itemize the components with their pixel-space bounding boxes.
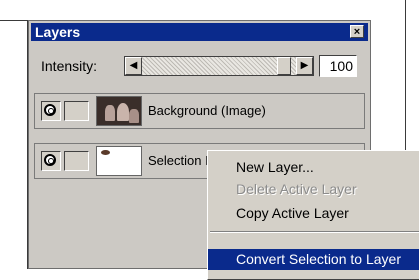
eye-icon [44,104,56,116]
intensity-slider[interactable]: ◀ ▶ [124,56,314,76]
close-button[interactable]: × [350,25,364,38]
arrow-left-icon: ◀ [129,60,138,71]
menu-item-convert-selection[interactable]: Convert Selection to Layer [208,249,419,270]
frame-line-top [0,20,28,21]
layer-link-toggle[interactable] [64,151,89,171]
layer-name: Selection I [148,153,209,168]
layer-row-background[interactable]: Background (Image) [34,93,365,129]
menu-item-copy-active-layer[interactable]: Copy Active Layer [208,203,419,224]
menu-item-delete-active-layer[interactable]: Delete Active Layer [208,179,419,200]
menu-item-new-layer[interactable]: New Layer... [208,157,419,178]
frame-line-right [405,0,406,150]
close-icon: × [353,26,361,38]
visibility-toggle[interactable] [41,101,61,121]
menu-separator [210,231,419,233]
arrow-right-icon: ▶ [300,60,309,71]
layer-thumbnail-rocks [96,96,142,126]
layer-context-menu: New Layer... Delete Active Layer Copy Ac… [207,150,419,280]
layer-link-toggle[interactable] [64,101,89,121]
eye-icon [44,154,56,166]
slider-right-button[interactable]: ▶ [296,57,313,75]
visibility-toggle[interactable] [41,151,61,171]
panel-title: Layers [35,24,81,40]
intensity-label: Intensity: [41,58,98,74]
slider-left-button[interactable]: ◀ [125,57,142,75]
layer-thumbnail-selection [96,146,142,176]
panel-titlebar[interactable]: Layers × [31,23,368,41]
layer-name: Background (Image) [148,103,266,118]
intensity-value-field[interactable]: 100 [319,55,357,77]
slider-thumb[interactable] [277,57,291,75]
